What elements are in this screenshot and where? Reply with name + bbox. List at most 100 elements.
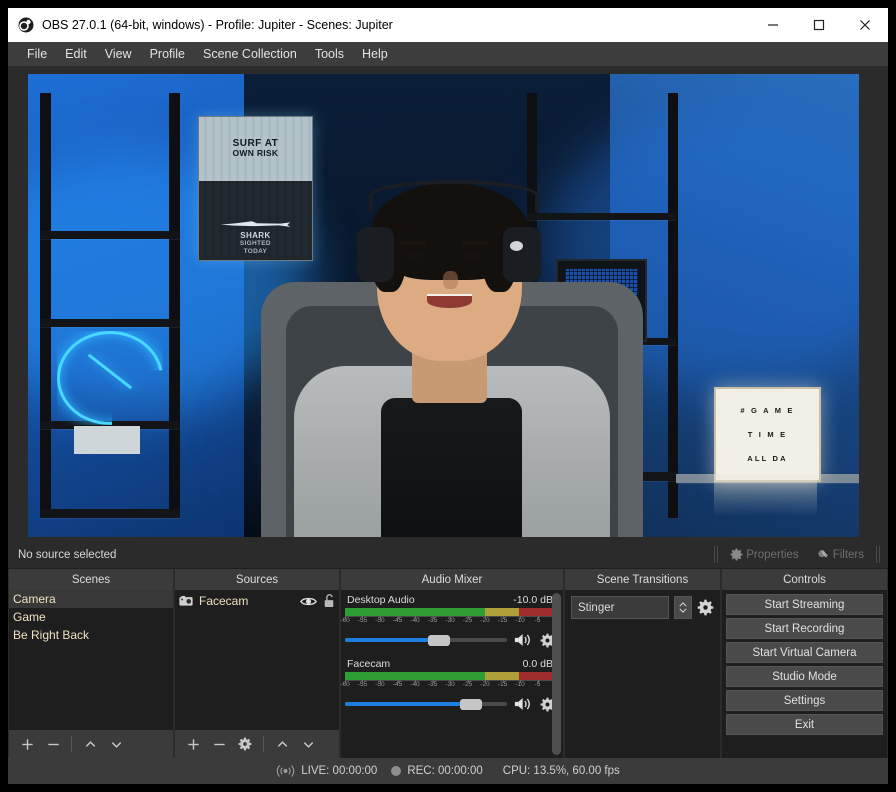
volume-slider-desktop-audio[interactable] (345, 633, 507, 647)
remove-source-button[interactable] (207, 733, 231, 755)
transition-select[interactable]: Stinger (571, 596, 669, 619)
menu-scene-collection[interactable]: Scene Collection (194, 44, 306, 64)
meter-green-zone (345, 608, 485, 616)
slider-knob[interactable] (460, 698, 483, 710)
meter-tick-mark (414, 680, 416, 683)
meter-tick-mark (537, 680, 539, 683)
move-scene-down-button[interactable] (104, 733, 128, 755)
meter-tick-mark (450, 680, 451, 683)
studio-mode-button[interactable]: Studio Mode (726, 666, 883, 687)
toolbar-grip-right[interactable] (876, 546, 880, 563)
source-label: Facecam (199, 594, 249, 608)
maximize-button[interactable] (796, 8, 842, 42)
meter-peak-indicator (345, 608, 348, 616)
speaker-icon[interactable] (514, 632, 533, 648)
remove-scene-button[interactable] (41, 733, 65, 755)
title-bar: OBS 27.0.1 (64-bit, windows) - Profile: … (8, 8, 888, 42)
meter-tick-mark (379, 680, 381, 683)
scene-item-be-right-back[interactable]: Be Right Back (9, 626, 173, 644)
menu-tools[interactable]: Tools (306, 44, 353, 64)
lightbox-line1: # G A M E (740, 405, 795, 415)
source-properties-button[interactable] (233, 733, 257, 755)
surf-sign-line4: SIGHTED (239, 240, 271, 248)
video-preview-canvas[interactable]: SURF AT OWN RISK SHARK SIGHTED TODAY # G… (28, 74, 859, 537)
meter-yellow-zone (484, 608, 520, 616)
scene-label: Be Right Back (13, 628, 90, 642)
filters-button[interactable]: Filters (813, 546, 868, 563)
menu-bar: File Edit View Profile Scene Collection … (8, 42, 888, 66)
surf-sign-bottom: SHARK SIGHTED TODAY (199, 180, 312, 261)
dock-sources: Sources Facecam (175, 569, 339, 758)
channel-level: 0.0 dB (522, 658, 553, 670)
shelf-left-1 (40, 231, 181, 239)
scenes-toolbar (9, 730, 173, 758)
source-item-facecam[interactable]: Facecam (175, 590, 339, 612)
settings-button[interactable]: Settings (726, 690, 883, 711)
eye-visibility-icon[interactable] (300, 595, 317, 608)
shelf-upright-left-a (40, 92, 52, 519)
meter-red-zone (519, 672, 555, 680)
menu-view[interactable]: View (96, 44, 141, 64)
volume-slider-facecam[interactable] (345, 697, 507, 711)
start-recording-button[interactable]: Start Recording (726, 618, 883, 639)
properties-button[interactable]: Properties (726, 546, 802, 563)
person-eyebrow-left (400, 240, 427, 246)
exit-button[interactable]: Exit (726, 714, 883, 735)
add-source-button[interactable] (181, 733, 205, 755)
person-shirt (381, 398, 523, 537)
meter-green-zone (345, 672, 485, 680)
gear-icon (730, 548, 743, 561)
scenes-title: Scenes (9, 569, 173, 590)
remove-icon (213, 743, 225, 745)
scenes-list[interactable]: Camera Game Be Right Back (9, 590, 173, 730)
transition-spinner[interactable] (674, 596, 692, 619)
lightbox-line3: ALL DA (747, 453, 788, 463)
meter-tick-mark (379, 616, 381, 619)
lock-open-icon[interactable] (323, 594, 335, 608)
channel-level: -10.0 dB (513, 594, 553, 606)
slider-knob[interactable] (427, 634, 450, 646)
rec-timer: REC: 00:00:00 (407, 765, 483, 777)
person-eye-right (465, 252, 483, 260)
close-button[interactable] (842, 8, 888, 42)
speaker-icon[interactable] (514, 696, 533, 712)
channel-level-meter (345, 608, 555, 616)
meter-tick-mark (484, 616, 486, 619)
meter-tick-mark (345, 616, 346, 619)
surf-warning-sign: SURF AT OWN RISK SHARK SIGHTED TODAY (198, 115, 313, 262)
minimize-button[interactable] (750, 8, 796, 42)
toolbar-grip-left[interactable] (714, 546, 719, 563)
shelf-left-2 (40, 319, 181, 327)
channel-name: Facecam (347, 658, 391, 670)
audio-mixer-title: Audio Mixer (341, 569, 563, 590)
audio-mixer-scrollbar[interactable] (552, 593, 561, 755)
menu-file[interactable]: File (18, 44, 56, 64)
menu-help[interactable]: Help (353, 44, 397, 64)
meter-tick-mark (450, 616, 451, 619)
sources-list[interactable]: Facecam (175, 590, 339, 730)
add-scene-button[interactable] (15, 733, 39, 755)
sources-toolbar-separator (263, 736, 264, 752)
move-source-up-button[interactable] (270, 733, 294, 755)
scene-item-camera[interactable]: Camera (9, 590, 173, 608)
rec-status-group: REC: 00:00:00 (391, 765, 483, 777)
meter-scale-ticks: -60-55-50-45-40-35-30-25-20-15-10-50 (341, 616, 557, 628)
start-virtual-camera-button[interactable]: Start Virtual Camera (726, 642, 883, 663)
meter-tick-mark (432, 680, 434, 683)
menu-edit[interactable]: Edit (56, 44, 96, 64)
meter-tick-mark (537, 616, 539, 619)
start-streaming-button[interactable]: Start Streaming (726, 594, 883, 615)
scene-item-game[interactable]: Game (9, 608, 173, 626)
scene-transitions-title: Scene Transitions (565, 569, 720, 590)
properties-label: Properties (746, 548, 799, 561)
sources-title: Sources (175, 569, 339, 590)
menu-profile[interactable]: Profile (141, 44, 194, 64)
move-source-down-button[interactable] (296, 733, 320, 755)
move-up-icon (277, 740, 287, 747)
obs-main-window: OBS 27.0.1 (64-bit, windows) - Profile: … (8, 8, 888, 784)
dock-container: Scenes Camera Game Be Right Back Sources… (8, 569, 888, 758)
transition-properties-gear-icon[interactable] (697, 599, 714, 616)
move-scene-up-button[interactable] (78, 733, 102, 755)
filters-label: Filters (832, 548, 864, 561)
move-down-icon (303, 741, 313, 748)
